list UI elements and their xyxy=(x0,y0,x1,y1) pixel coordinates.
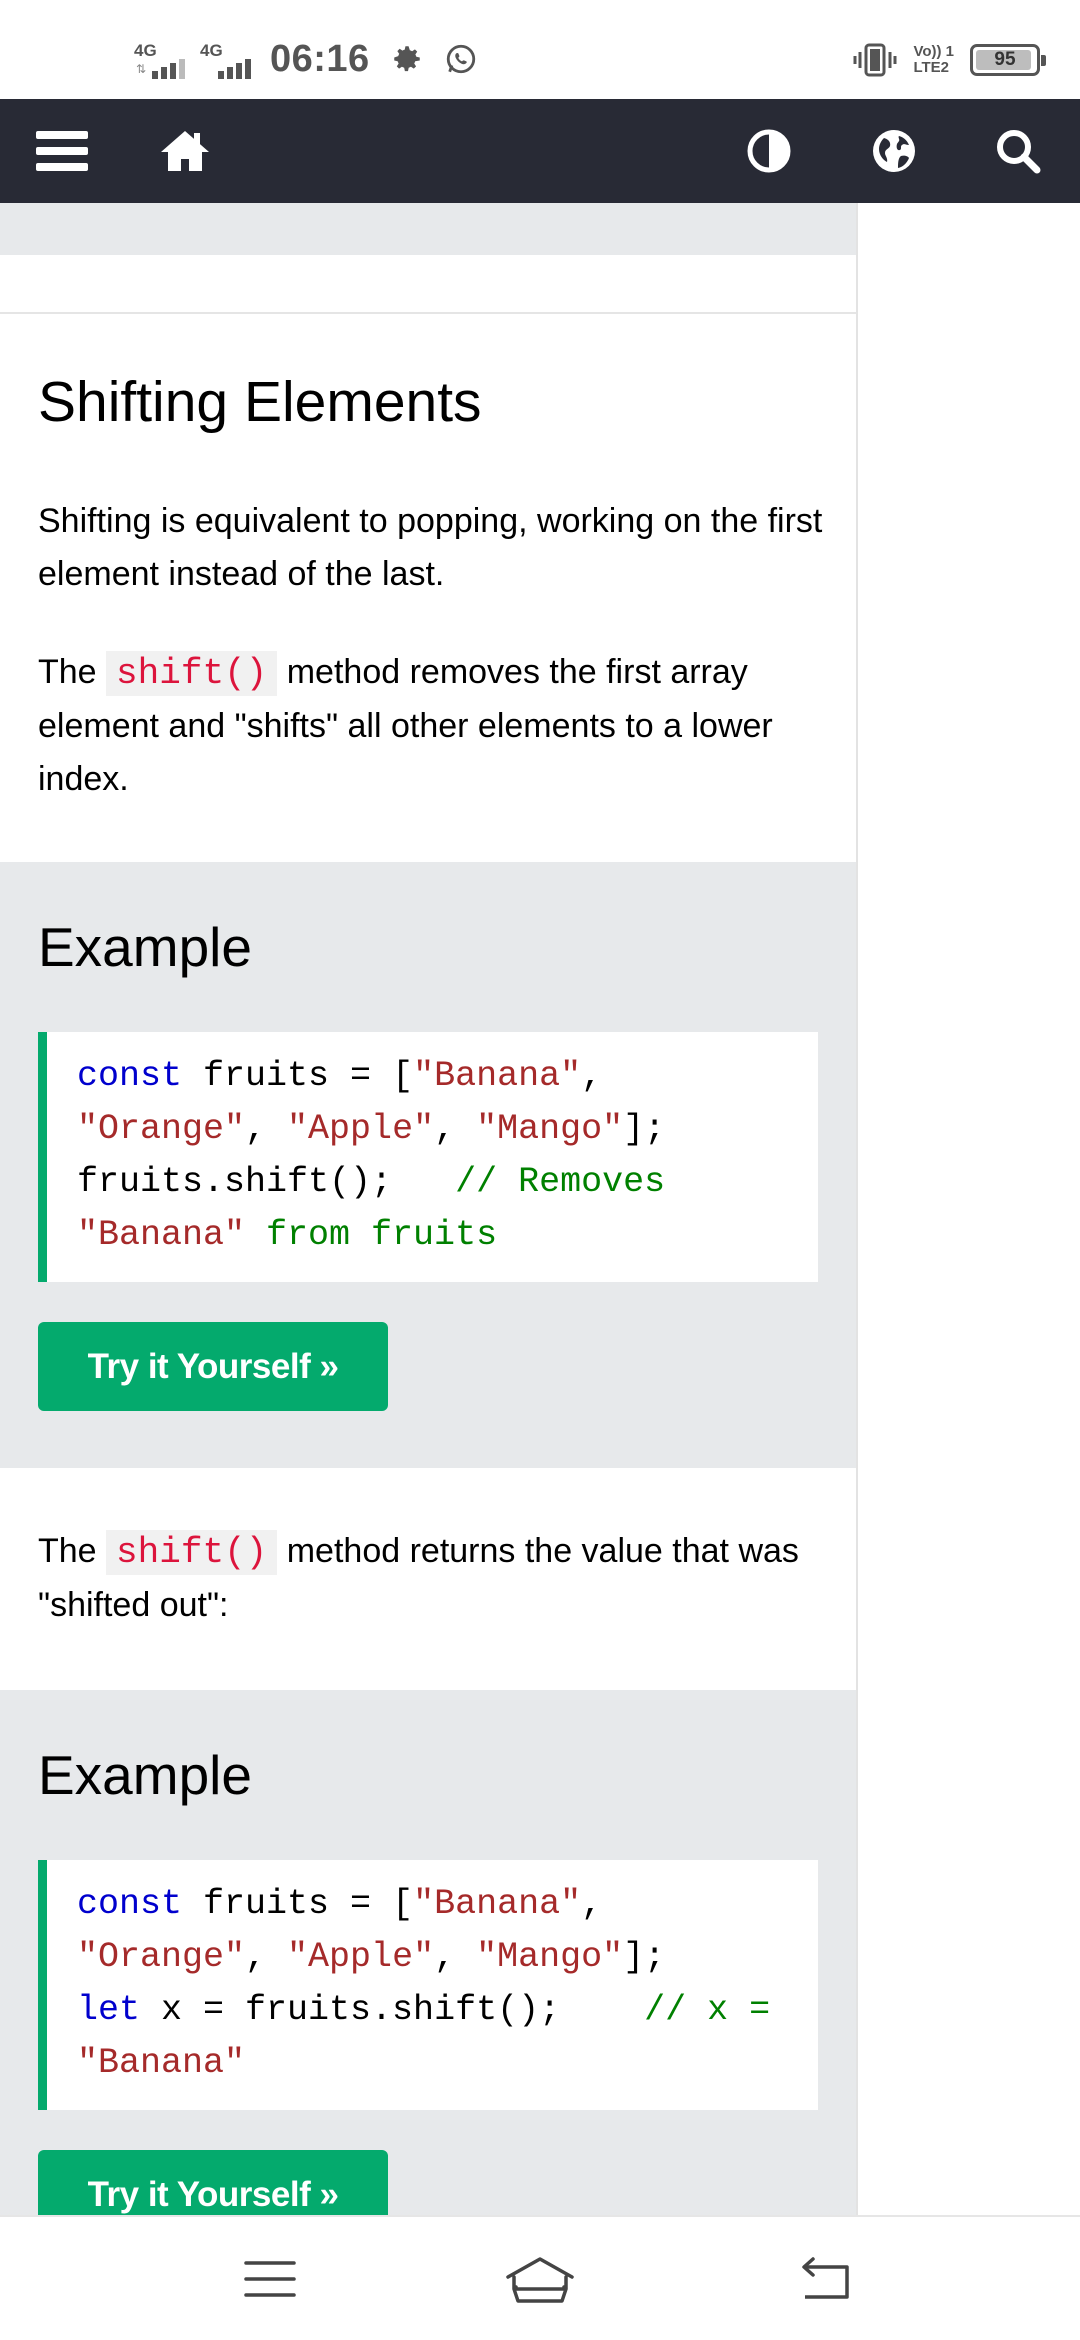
status-right: Vo)) 1 LTE2 95 xyxy=(853,38,1046,82)
sim1-network-label: 4G xyxy=(134,41,157,60)
shift-description-paragraph: The shift() method removes the first arr… xyxy=(38,646,828,806)
example-box-2: Example const fruits = ["Banana", "Orang… xyxy=(0,1690,856,2215)
code-block-2: const fruits = ["Banana", "Orange", "App… xyxy=(38,1860,818,2110)
recent-apps-icon xyxy=(244,2261,296,2297)
p3-before: The xyxy=(38,1532,97,1570)
back-icon xyxy=(802,2257,849,2299)
shift-returns-paragraph: The shift() method returns the value tha… xyxy=(38,1525,828,1632)
theme-toggle-button[interactable] xyxy=(739,121,799,181)
try-it-yourself-button[interactable]: Try it Yourself » xyxy=(38,1322,388,1411)
section-heading: Shifting Elements xyxy=(38,370,482,434)
battery-icon: 95 xyxy=(970,44,1046,76)
vibrate-icon xyxy=(853,43,897,77)
system-navigation-bar xyxy=(0,2215,1080,2340)
example-title: Example xyxy=(38,1744,252,1806)
whatsapp-icon xyxy=(446,44,475,74)
data-arrows-icon: ⇅ xyxy=(136,62,147,76)
menu-button[interactable] xyxy=(32,121,92,181)
inline-code-shift: shift() xyxy=(106,1530,278,1575)
previous-example-bottom xyxy=(0,203,856,255)
code-block-1: const fruits = ["Banana", "Orange", "App… xyxy=(38,1032,818,1282)
menu-icon xyxy=(36,131,88,171)
home-button[interactable] xyxy=(155,121,215,181)
home-nav-button[interactable] xyxy=(495,2247,585,2311)
try-it-yourself-button[interactable]: Try it Yourself » xyxy=(38,2150,388,2215)
volte-indicator: Vo)) 1 LTE2 xyxy=(913,44,954,76)
section-divider xyxy=(0,312,856,314)
contrast-icon xyxy=(747,129,791,173)
globe-icon xyxy=(873,130,915,172)
inline-code-shift: shift() xyxy=(106,651,278,696)
sim2-signal-icon: 4G xyxy=(200,37,256,81)
status-bar: 4G ⇅ 4G 06:16 Vo)) 1 LTE2 95 xyxy=(0,0,1080,99)
home-icon xyxy=(161,131,209,171)
settings-gear-icon xyxy=(393,46,420,72)
home-icon xyxy=(506,2257,574,2303)
back-button[interactable] xyxy=(780,2247,870,2311)
language-button[interactable] xyxy=(864,121,924,181)
clock: 06:16 xyxy=(270,37,370,80)
search-icon xyxy=(997,130,1041,174)
example-title: Example xyxy=(38,916,252,978)
intro-paragraph: Shifting is equivalent to popping, worki… xyxy=(38,502,823,593)
volte-line1: Vo)) 1 xyxy=(913,43,954,60)
status-left: 4G ⇅ 4G 06:16 xyxy=(134,34,478,84)
top-navigation-bar xyxy=(0,99,1080,203)
sim2-network-label: 4G xyxy=(200,41,223,60)
main-content: Shifting Elements Shifting is equivalent… xyxy=(0,203,856,2215)
example-box-1: Example const fruits = ["Banana", "Orang… xyxy=(0,862,856,1468)
p2-before: The xyxy=(38,653,97,691)
battery-percent: 95 xyxy=(994,49,1016,70)
search-button[interactable] xyxy=(988,121,1048,181)
right-sidebar-empty xyxy=(856,203,1080,2215)
recent-apps-button[interactable] xyxy=(225,2247,315,2311)
volte-line2: LTE2 xyxy=(913,59,949,76)
sim1-signal-icon: 4G ⇅ xyxy=(134,37,190,81)
